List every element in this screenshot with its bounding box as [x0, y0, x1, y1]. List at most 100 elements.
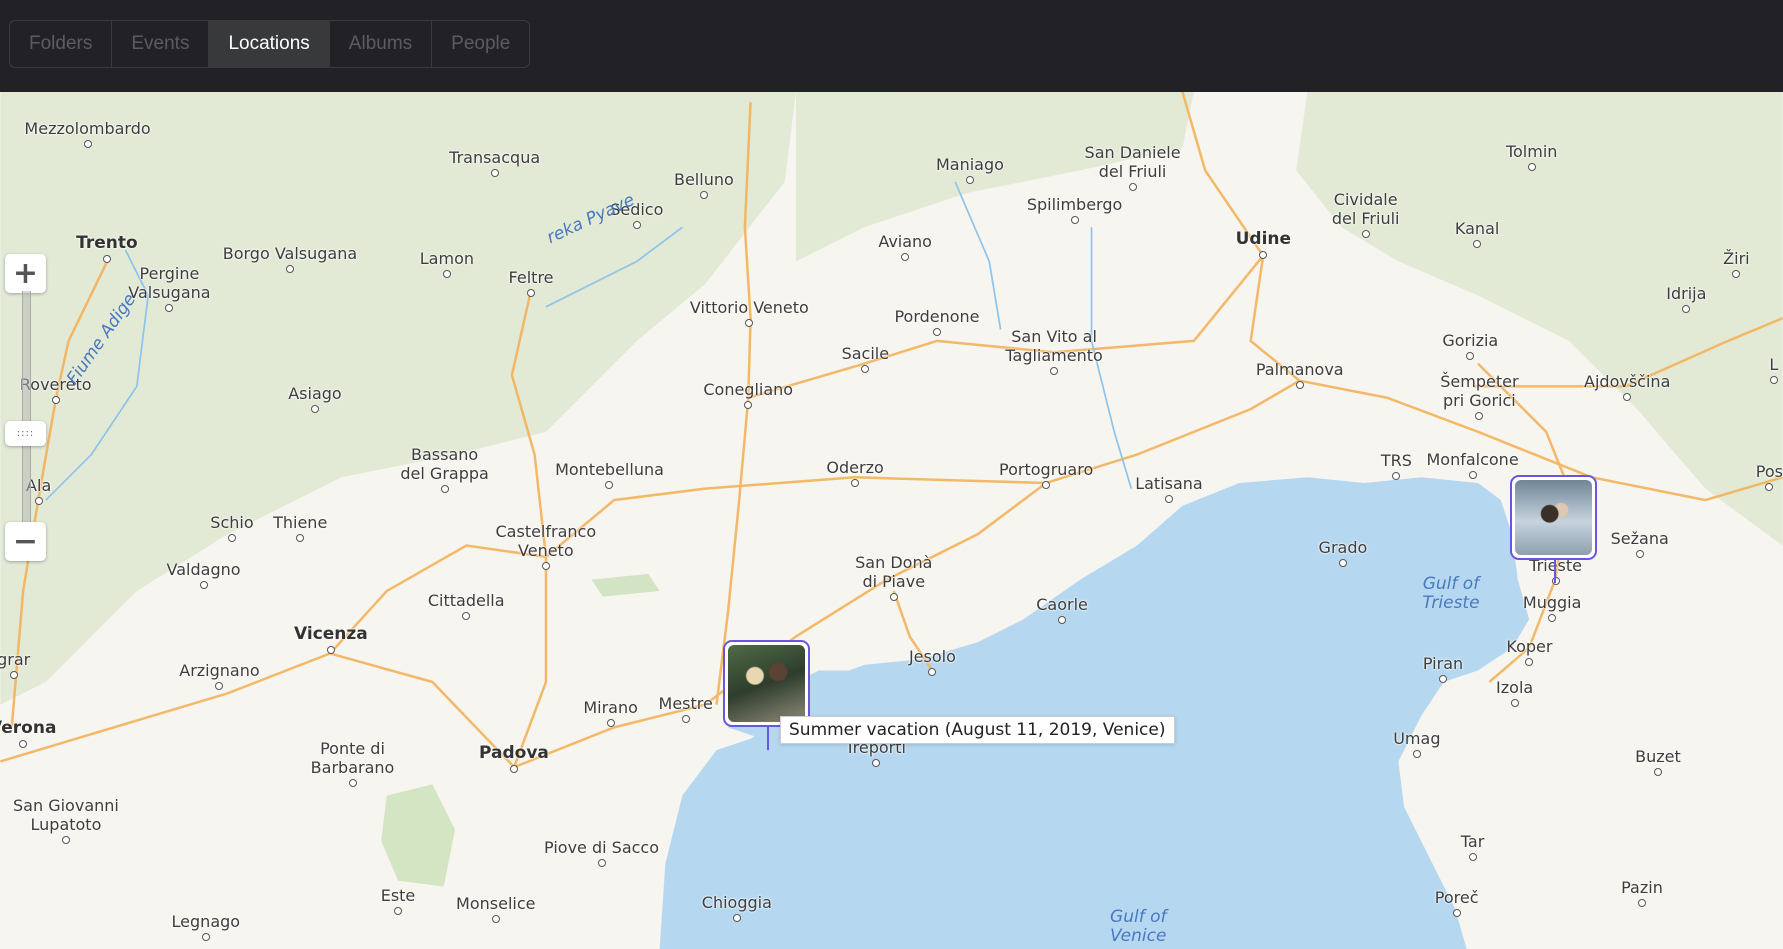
place-dot: [597, 858, 606, 867]
place-label: TRS: [1380, 451, 1412, 471]
place-label: Chioggia: [701, 892, 772, 912]
place-label: Latisana: [1135, 474, 1203, 494]
place-dot: [861, 365, 870, 374]
place-label: Bassano del Grappa: [400, 444, 489, 483]
place-label: Schio: [210, 512, 254, 532]
tab-events[interactable]: Events: [112, 21, 210, 67]
place-label: Tolmin: [1505, 142, 1558, 162]
place-dot: [1058, 615, 1067, 624]
place-dot: [83, 140, 92, 149]
place-dot: [348, 779, 357, 788]
place-dot: [326, 646, 335, 655]
place-label: Mestre: [658, 693, 713, 713]
place-label: Maniago: [935, 154, 1004, 174]
place-dot: [928, 667, 937, 676]
place-dot: [1468, 471, 1477, 480]
place-dot: [1466, 351, 1475, 360]
place-label: Umag: [1393, 728, 1441, 748]
place-label: Este: [380, 885, 416, 905]
place-dot: [605, 481, 614, 490]
place-dot: [1510, 698, 1519, 707]
place-label: Ponte di Barbarano: [310, 739, 395, 778]
map[interactable]: Mezzolombardo Transacqua Belluno Sedico Mani…: [0, 92, 1783, 949]
place-label: Asiago: [288, 384, 342, 404]
place-dot: [1473, 240, 1482, 249]
place-dot: [1682, 305, 1691, 314]
place-label: San Daniele del Friuli: [1084, 143, 1181, 182]
place-label: Buzet: [1635, 746, 1681, 766]
place-dot: [1042, 481, 1051, 490]
zoom-slider-handle[interactable]: ::::: [5, 421, 46, 446]
place-label: Castelfranco Veneto: [495, 521, 597, 560]
place-dot: [606, 719, 615, 728]
place-label: Monfalcone: [1426, 450, 1519, 470]
place-dot: [18, 739, 27, 748]
photo-marker-trieste[interactable]: [1510, 475, 1597, 583]
place-dot: [1412, 749, 1421, 758]
place-dot: [1468, 853, 1477, 862]
place-label: Portogruaro: [999, 460, 1094, 480]
place-label: Padova: [479, 742, 549, 763]
place-dot: [965, 175, 974, 184]
place-dot: [681, 714, 690, 723]
place-label: grar: [0, 650, 31, 670]
zoom-slider-track[interactable]: [22, 291, 31, 541]
place-label: San Donà di Piave: [855, 552, 933, 591]
photo-marker-venice[interactable]: [723, 640, 810, 750]
place-label: Cividale del Friuli: [1331, 189, 1400, 228]
place-dot: [901, 252, 910, 261]
place-dot: [744, 400, 753, 409]
place-label: Sežana: [1610, 528, 1669, 548]
plus-icon: +: [12, 256, 39, 291]
place-label: Piove di Sacco: [544, 837, 660, 857]
place-label: Sacile: [841, 344, 890, 364]
zoom-out-button[interactable]: −: [5, 522, 46, 561]
place-label: Oderzo: [826, 458, 884, 478]
place-label: Šempeter pri Gorici: [1440, 371, 1519, 410]
place-dot: [215, 681, 224, 690]
place-label: Conegliano: [703, 379, 794, 399]
top-bar: Folders Events Locations Albums People: [0, 0, 1783, 92]
tab-albums[interactable]: Albums: [330, 21, 433, 67]
place-dot: [527, 289, 536, 298]
place-label: Gulf of Venice: [1110, 907, 1167, 947]
app: Folders Events Locations Albums People M…: [0, 0, 1783, 949]
place-label: Montebelluna: [555, 460, 664, 480]
place-dot: [1452, 908, 1461, 917]
place-label: Spilimbergo: [1026, 195, 1123, 215]
tab-folders[interactable]: Folders: [10, 21, 113, 67]
marker-pointer: [766, 725, 769, 750]
place-label: Gorizia: [1442, 330, 1499, 350]
place-label: Trento: [76, 233, 138, 254]
place-label: Piran: [1422, 653, 1464, 673]
place-label: L: [1769, 354, 1779, 374]
place-label: Lamon: [419, 248, 474, 268]
place-label: Gulf of Trieste: [1422, 574, 1480, 614]
place-label: Tar: [1460, 832, 1485, 852]
place-label: Valdagno: [166, 560, 241, 580]
place-dot: [1637, 898, 1646, 907]
tab-locations[interactable]: Locations: [209, 21, 330, 67]
place-dot: [851, 479, 860, 488]
view-tabs: Folders Events Locations Albums People: [9, 20, 531, 68]
place-label: Feltre: [508, 268, 554, 288]
zoom-in-button[interactable]: +: [5, 254, 46, 293]
place-dot: [871, 758, 880, 767]
photo-thumbnail-icon: [728, 645, 805, 722]
place-label: Borgo Valsugana: [222, 244, 358, 264]
photo-thumbnail-icon: [1515, 480, 1592, 555]
place-label: Verona: [0, 717, 57, 738]
place-label: Mezzolombardo: [24, 119, 151, 139]
tab-people[interactable]: People: [432, 21, 529, 67]
place-dot: [102, 255, 111, 264]
road: [329, 476, 1047, 655]
place-label: Vicenza: [294, 624, 368, 645]
marker-tooltip: Summer vacation (August 11, 2019, Venice…: [780, 716, 1175, 744]
forest-area: [591, 573, 660, 597]
place-label: Cittadella: [427, 591, 505, 611]
place-label: Caorle: [1036, 594, 1088, 614]
place-dot: [165, 303, 174, 312]
place-label: Palmanova: [1255, 360, 1344, 380]
place-dot: [491, 914, 500, 923]
place-label: Izola: [1496, 677, 1534, 697]
